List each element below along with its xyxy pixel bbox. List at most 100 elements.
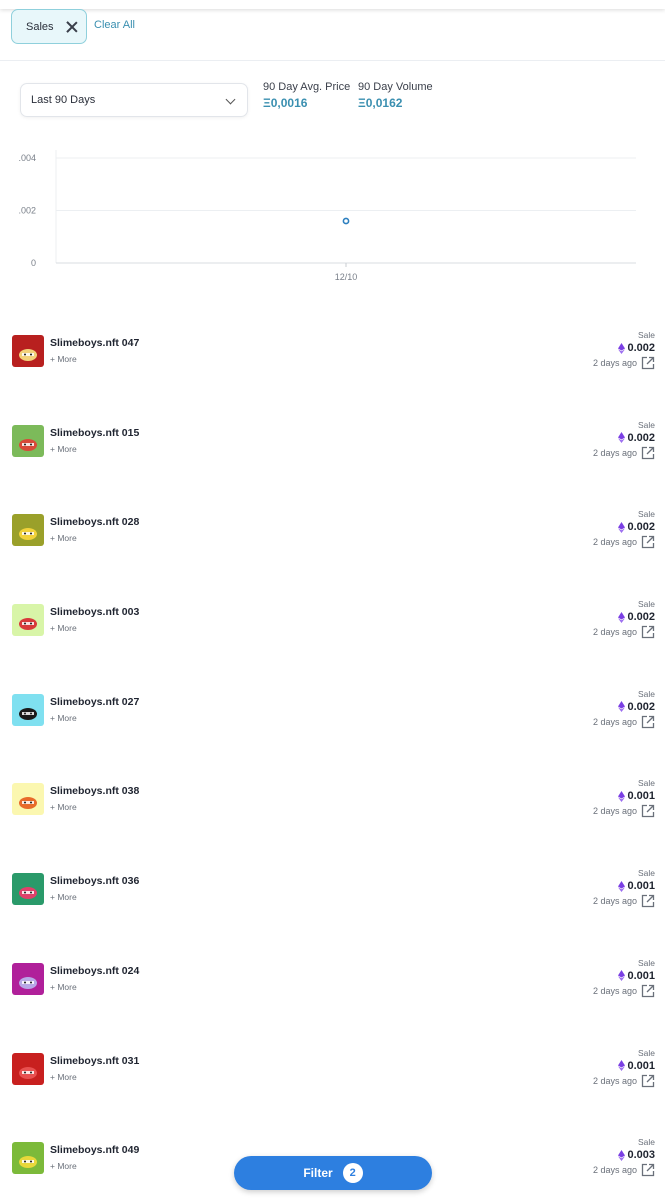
- more-link[interactable]: + More: [50, 982, 77, 992]
- nft-name[interactable]: Slimeboys.nft 031: [50, 1055, 139, 1067]
- chart-x-ticks: 12/10: [335, 263, 357, 282]
- sale-time: 2 days ago: [592, 358, 637, 368]
- nft-thumbnail[interactable]: [12, 783, 44, 816]
- nft-thumbnail[interactable]: [12, 514, 44, 547]
- external-link-icon[interactable]: [641, 356, 655, 370]
- more-link[interactable]: + More: [50, 623, 77, 633]
- external-link-icon[interactable]: [641, 625, 655, 639]
- more-link[interactable]: + More: [50, 713, 77, 723]
- sale-price: 0.001: [618, 1060, 655, 1072]
- avg-price-label: 90 Day Avg. Price: [263, 81, 351, 93]
- volume-label: 90 Day Volume: [358, 81, 433, 93]
- close-icon[interactable]: [66, 21, 78, 33]
- sale-row[interactable]: Slimeboys.nft 003 + More Sale 0.002 2 days a…: [0, 575, 665, 665]
- nft-thumbnail[interactable]: [12, 873, 44, 906]
- filter-count-badge: 2: [342, 1163, 363, 1183]
- event-type-label: Sale: [637, 868, 655, 879]
- event-type-label: Sale: [637, 599, 655, 610]
- more-link[interactable]: + More: [50, 1161, 77, 1171]
- sale-price-value: 0.001: [627, 1059, 655, 1072]
- filter-button[interactable]: Filter 2: [234, 1156, 432, 1190]
- sale-row[interactable]: Slimeboys.nft 028 + More Sale 0.002 2 days a…: [0, 485, 665, 575]
- sale-row[interactable]: Slimeboys.nft 047 + More Sale 0.002 2 days a…: [0, 306, 665, 396]
- sale-row[interactable]: Slimeboys.nft 015 + More Sale 0.002 2 days a…: [0, 396, 665, 486]
- sale-time: 2 days ago: [592, 716, 637, 727]
- nft-name[interactable]: Slimeboys.nft 015: [50, 427, 139, 439]
- external-link-icon[interactable]: [641, 1074, 655, 1088]
- event-type-label: Sale: [637, 419, 655, 430]
- nft-thumbnail[interactable]: [12, 424, 44, 457]
- eth-icon: [618, 521, 626, 533]
- nft-thumbnail[interactable]: [12, 693, 44, 726]
- sale-price: 0.002: [618, 611, 655, 623]
- eth-icon: [618, 701, 626, 713]
- external-link-icon[interactable]: [641, 1163, 655, 1177]
- external-link-icon[interactable]: [641, 984, 655, 998]
- sale-time: 2 days ago: [592, 537, 637, 548]
- eth-icon: [618, 1060, 626, 1071]
- active-filters-bar: Sales Clear All: [0, 9, 665, 61]
- external-link-icon[interactable]: [641, 715, 655, 729]
- event-type-label: Sale: [637, 330, 655, 340]
- nft-name[interactable]: Slimeboys.nft 003: [50, 606, 139, 618]
- external-link-icon[interactable]: [641, 446, 655, 460]
- sale-time: 2 days ago: [592, 806, 637, 817]
- eth-icon: [618, 432, 626, 444]
- external-link-icon[interactable]: [641, 535, 655, 549]
- more-link[interactable]: + More: [50, 802, 77, 812]
- more-link[interactable]: + More: [50, 533, 77, 543]
- nft-name[interactable]: Slimeboys.nft 028: [50, 516, 139, 528]
- nft-thumbnail[interactable]: [12, 962, 44, 995]
- nft-name[interactable]: Slimeboys.nft 049: [50, 1144, 139, 1156]
- sale-time: 2 days ago: [592, 1075, 637, 1086]
- eth-icon: [618, 790, 626, 802]
- nft-name[interactable]: Slimeboys.nft 036: [50, 875, 139, 887]
- sale-row[interactable]: Slimeboys.nft 024 + More Sale 0.001 2 days a…: [0, 934, 665, 1024]
- nft-thumbnail[interactable]: [12, 1052, 44, 1085]
- period-select[interactable]: Last 90 Days: [20, 83, 248, 117]
- volume-value: Ξ0,0162: [358, 96, 403, 110]
- sale-price: 0.002: [618, 342, 655, 354]
- sale-price-value: 0.001: [627, 880, 655, 893]
- sale-time: 2 days ago: [592, 985, 637, 996]
- price-chart: .004 .002 0 12/10: [18, 150, 636, 282]
- sale-time: 2 days ago: [592, 627, 637, 638]
- clear-all-link[interactable]: Clear All: [94, 19, 135, 31]
- nft-thumbnail[interactable]: [12, 604, 44, 637]
- nft-name[interactable]: Slimeboys.nft 047: [50, 337, 139, 349]
- sale-price: 0.001: [618, 880, 655, 892]
- chart-y-tick-label: 0: [31, 258, 36, 268]
- external-link-icon[interactable]: [641, 804, 655, 818]
- more-link[interactable]: + More: [50, 354, 77, 364]
- more-link[interactable]: + More: [50, 892, 77, 902]
- nft-name[interactable]: Slimeboys.nft 024: [50, 965, 139, 977]
- avg-price-stat: 90 Day Avg. Price Ξ0,0016: [263, 81, 350, 110]
- more-link[interactable]: + More: [50, 444, 77, 454]
- sale-row[interactable]: Slimeboys.nft 031 + More Sale 0.001 2 days a…: [0, 1024, 665, 1114]
- event-type-label: Sale: [637, 957, 655, 968]
- chart-points: [342, 217, 350, 225]
- nft-name[interactable]: Slimeboys.nft 038: [50, 785, 139, 797]
- sales-list: Slimeboys.nft 047 + More Sale 0.002 2 days a…: [0, 306, 665, 1200]
- sale-price-value: 0.002: [627, 431, 655, 444]
- filter-chip-label: Sales: [26, 20, 54, 33]
- chart-y-tick-label: .002: [18, 206, 36, 216]
- sale-price-value: 0.002: [627, 611, 655, 624]
- volume-stat: 90 Day Volume Ξ0,0162: [358, 81, 433, 110]
- external-link-icon[interactable]: [641, 894, 655, 908]
- nft-thumbnail[interactable]: [12, 1142, 44, 1175]
- sale-row[interactable]: Slimeboys.nft 027 + More Sale 0.002 2 days a…: [0, 665, 665, 755]
- sale-row[interactable]: Slimeboys.nft 036 + More Sale 0.001 2 days a…: [0, 844, 665, 934]
- more-link[interactable]: + More: [50, 1072, 77, 1082]
- eth-icon: [618, 880, 626, 892]
- chart-data-point[interactable]: [342, 217, 350, 225]
- sale-row[interactable]: Slimeboys.nft 038 + More Sale 0.001 2 days a…: [0, 754, 665, 844]
- chart-grid: [56, 157, 636, 264]
- sale-price-value: 0.001: [627, 790, 655, 803]
- filter-chip-sales[interactable]: Sales: [11, 9, 87, 44]
- nft-thumbnail[interactable]: [12, 335, 44, 367]
- sale-price-value: 0.003: [627, 1149, 655, 1162]
- event-type-label: Sale: [637, 1137, 655, 1148]
- nft-name[interactable]: Slimeboys.nft 027: [50, 696, 139, 708]
- sale-price-value: 0.002: [627, 342, 655, 354]
